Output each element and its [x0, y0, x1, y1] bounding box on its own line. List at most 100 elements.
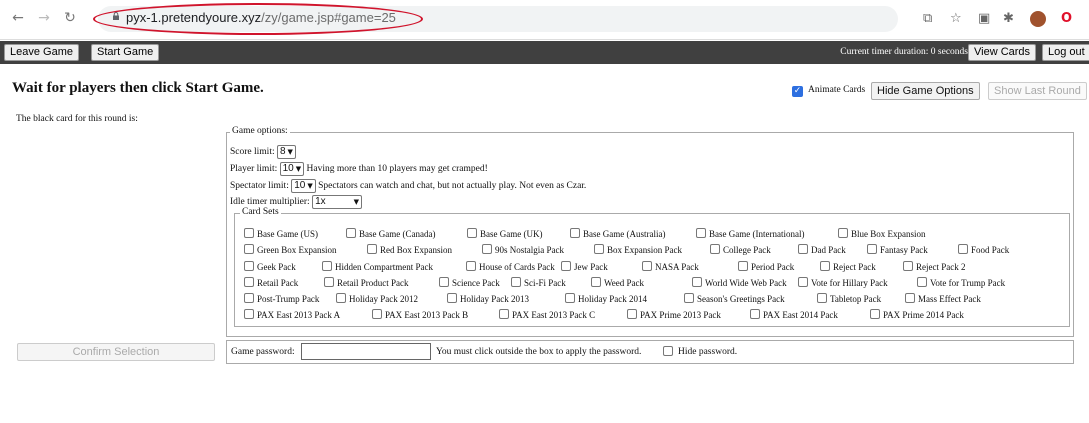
card-set-checkbox[interactable]: [324, 277, 334, 287]
spectator-limit-select[interactable]: 10 ▼: [291, 179, 316, 193]
card-set-checkbox[interactable]: [750, 309, 760, 319]
card-set-checkbox-item[interactable]: Mass Effect Pack: [905, 293, 981, 304]
card-set-checkbox-item[interactable]: Base Game (US): [244, 228, 318, 239]
card-set-checkbox-item[interactable]: Vote for Trump Pack: [917, 277, 1005, 288]
url-text[interactable]: pyx-1.pretendyoure.xyz/zy/game.jsp#game=…: [126, 10, 396, 25]
card-set-checkbox-item[interactable]: Season's Greetings Pack: [684, 293, 785, 304]
card-set-checkbox-item[interactable]: PAX East 2014 Pack: [750, 309, 838, 320]
card-set-checkbox[interactable]: [870, 309, 880, 319]
score-limit-select[interactable]: 8 ▼: [276, 145, 296, 159]
start-game-button[interactable]: Start Game: [91, 44, 160, 61]
card-set-checkbox[interactable]: [367, 244, 377, 254]
card-set-checkbox[interactable]: [798, 244, 808, 254]
card-set-checkbox[interactable]: [905, 293, 915, 303]
card-set-checkbox-item[interactable]: Base Game (UK): [467, 228, 542, 239]
card-set-checkbox-item[interactable]: Base Game (Australia): [570, 228, 665, 239]
reload-icon[interactable]: ↻: [61, 9, 79, 27]
card-set-checkbox-item[interactable]: Retail Product Pack: [324, 277, 409, 288]
card-set-checkbox-item[interactable]: Post-Trump Pack: [244, 293, 319, 304]
card-set-checkbox-item[interactable]: Science Pack: [439, 277, 500, 288]
translate-icon[interactable]: ⧉: [923, 11, 932, 27]
card-set-checkbox[interactable]: [820, 261, 830, 271]
view-cards-button[interactable]: View Cards: [968, 44, 1037, 61]
card-set-checkbox[interactable]: [817, 293, 827, 303]
card-set-checkbox[interactable]: [958, 244, 968, 254]
hide-game-options-button[interactable]: Hide Game Options: [871, 82, 980, 100]
card-set-checkbox-item[interactable]: Base Game (International): [696, 228, 804, 239]
card-set-checkbox-item[interactable]: PAX East 2013 Pack B: [372, 309, 468, 320]
card-set-checkbox[interactable]: [838, 228, 848, 238]
card-set-checkbox[interactable]: [642, 261, 652, 271]
card-set-checkbox[interactable]: [561, 261, 571, 271]
card-set-checkbox-item[interactable]: Dad Pack: [798, 244, 846, 255]
card-set-checkbox-item[interactable]: Vote for Hillary Pack: [798, 277, 888, 288]
card-set-checkbox-item[interactable]: Jew Pack: [561, 261, 608, 272]
card-set-checkbox[interactable]: [798, 277, 808, 287]
card-set-checkbox-item[interactable]: PAX East 2013 Pack C: [499, 309, 595, 320]
card-set-checkbox-item[interactable]: Geek Pack: [244, 261, 296, 272]
card-set-checkbox-item[interactable]: Blue Box Expansion: [838, 228, 926, 239]
extension-icon[interactable]: ▣: [978, 11, 990, 27]
card-set-checkbox-item[interactable]: Tabletop Pack: [817, 293, 881, 304]
card-set-checkbox[interactable]: [684, 293, 694, 303]
card-set-checkbox[interactable]: [322, 261, 332, 271]
card-set-checkbox[interactable]: [244, 244, 254, 254]
card-set-checkbox-item[interactable]: Sci-Fi Pack: [511, 277, 566, 288]
card-set-checkbox[interactable]: [591, 277, 601, 287]
card-set-checkbox-item[interactable]: Holiday Pack 2013: [447, 293, 529, 304]
puzzle-icon[interactable]: ✱: [1003, 11, 1014, 27]
card-set-checkbox[interactable]: [372, 309, 382, 319]
card-set-checkbox[interactable]: [467, 228, 477, 238]
card-set-checkbox[interactable]: [336, 293, 346, 303]
card-set-checkbox-item[interactable]: Period Pack: [738, 261, 794, 272]
card-set-checkbox[interactable]: [482, 244, 492, 254]
card-set-checkbox[interactable]: [627, 309, 637, 319]
star-icon[interactable]: ☆: [950, 11, 962, 27]
card-set-checkbox[interactable]: [917, 277, 927, 287]
card-set-checkbox[interactable]: [244, 228, 254, 238]
card-set-checkbox-item[interactable]: Food Pack: [958, 244, 1009, 255]
player-limit-select[interactable]: 10 ▼: [279, 162, 305, 176]
card-set-checkbox[interactable]: [244, 293, 254, 303]
card-set-checkbox-item[interactable]: Holiday Pack 2012: [336, 293, 418, 304]
animate-cards-checkbox[interactable]: ✓: [792, 86, 803, 97]
card-set-checkbox[interactable]: [738, 261, 748, 271]
back-icon[interactable]: ←: [9, 9, 27, 27]
hide-password-checkbox[interactable]: [663, 346, 673, 356]
card-set-checkbox-item[interactable]: PAX Prime 2013 Pack: [627, 309, 721, 320]
card-set-checkbox-item[interactable]: Retail Pack: [244, 277, 298, 288]
card-set-checkbox-item[interactable]: Base Game (Canada): [346, 228, 435, 239]
card-set-checkbox-item[interactable]: NASA Pack: [642, 261, 699, 272]
leave-game-button[interactable]: Leave Game: [4, 44, 79, 61]
card-set-checkbox[interactable]: [466, 261, 476, 271]
card-set-checkbox-item[interactable]: Green Box Expansion: [244, 244, 336, 255]
card-set-checkbox[interactable]: [710, 244, 720, 254]
card-set-checkbox-item[interactable]: Fantasy Pack: [867, 244, 928, 255]
idle-timer-select[interactable]: 1x ▼: [312, 195, 363, 209]
profile-icon[interactable]: [1030, 11, 1046, 27]
confirm-selection-button[interactable]: Confirm Selection: [17, 343, 215, 361]
forward-icon[interactable]: →: [35, 9, 53, 27]
card-set-checkbox[interactable]: [244, 277, 254, 287]
card-set-checkbox[interactable]: [570, 228, 580, 238]
card-set-checkbox-item[interactable]: Red Box Expansion: [367, 244, 452, 255]
card-set-checkbox[interactable]: [903, 261, 913, 271]
card-set-checkbox[interactable]: [499, 309, 509, 319]
card-set-checkbox-item[interactable]: PAX Prime 2014 Pack: [870, 309, 964, 320]
show-last-round-button[interactable]: Show Last Round: [988, 82, 1087, 100]
log-out-button[interactable]: Log out: [1042, 44, 1089, 61]
card-set-checkbox[interactable]: [244, 261, 254, 271]
card-set-checkbox-item[interactable]: Hidden Compartment Pack: [322, 261, 433, 272]
card-set-checkbox[interactable]: [692, 277, 702, 287]
card-set-checkbox-item[interactable]: Reject Pack 2: [903, 261, 965, 272]
card-set-checkbox[interactable]: [511, 277, 521, 287]
card-set-checkbox-item[interactable]: College Pack: [710, 244, 771, 255]
card-set-checkbox[interactable]: [696, 228, 706, 238]
card-set-checkbox[interactable]: [346, 228, 356, 238]
game-password-input[interactable]: [301, 343, 431, 360]
opera-icon[interactable]: O: [1061, 11, 1072, 27]
card-set-checkbox[interactable]: [447, 293, 457, 303]
card-set-checkbox[interactable]: [244, 309, 254, 319]
card-set-checkbox-item[interactable]: House of Cards Pack: [466, 261, 555, 272]
card-set-checkbox[interactable]: [565, 293, 575, 303]
